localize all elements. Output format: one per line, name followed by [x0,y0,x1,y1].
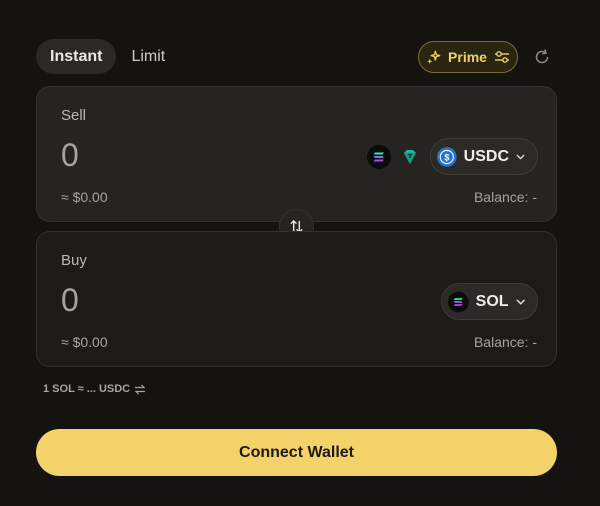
buy-token-selector[interactable]: SOL [441,283,538,320]
solana-icon [448,291,469,312]
sparkle-icon [426,50,441,64]
sell-amount-input[interactable]: 0 [61,137,79,174]
tab-limit[interactable]: Limit [116,39,180,74]
prime-button[interactable]: Prime [418,41,518,73]
swap-rate-icon [134,384,146,394]
buy-label: Buy [61,252,87,269]
usdc-icon: $ [437,146,457,167]
buy-panel: Buy 0 SOL ≈ $0.00 Balance: - [36,231,557,367]
exchange-rate[interactable]: 1 SOL ≈ ... USDC [43,383,146,395]
exchange-rate-text: 1 SOL ≈ ... USDC [43,383,131,395]
chevron-down-icon [516,153,525,160]
buy-usd-value: ≈ $0.00 [61,334,108,350]
solana-quick-token-icon[interactable] [367,145,391,169]
sell-token-symbol: USDC [463,147,509,165]
buy-amount-input[interactable]: 0 [61,282,79,319]
sell-panel: Sell 0 $ USDC ≈ $0.00 Balance: - [36,86,557,222]
prime-label: Prime [448,49,487,65]
connect-wallet-button[interactable]: Connect Wallet [36,429,557,476]
chevron-down-icon [515,298,525,305]
mode-tabs: Instant Limit [36,39,180,74]
sell-label: Sell [61,107,87,124]
svg-text:$: $ [444,152,449,162]
tab-instant[interactable]: Instant [36,39,117,74]
sell-token-selector[interactable]: $ USDC [430,138,538,175]
refresh-icon[interactable] [532,47,552,67]
buy-token-symbol: SOL [475,292,509,310]
gem-quick-token-icon[interactable] [398,145,422,169]
sell-usd-value: ≈ $0.00 [61,189,108,205]
settings-sliders-icon [494,51,509,63]
sell-balance: Balance: - [473,189,537,205]
buy-balance: Balance: - [473,334,537,350]
